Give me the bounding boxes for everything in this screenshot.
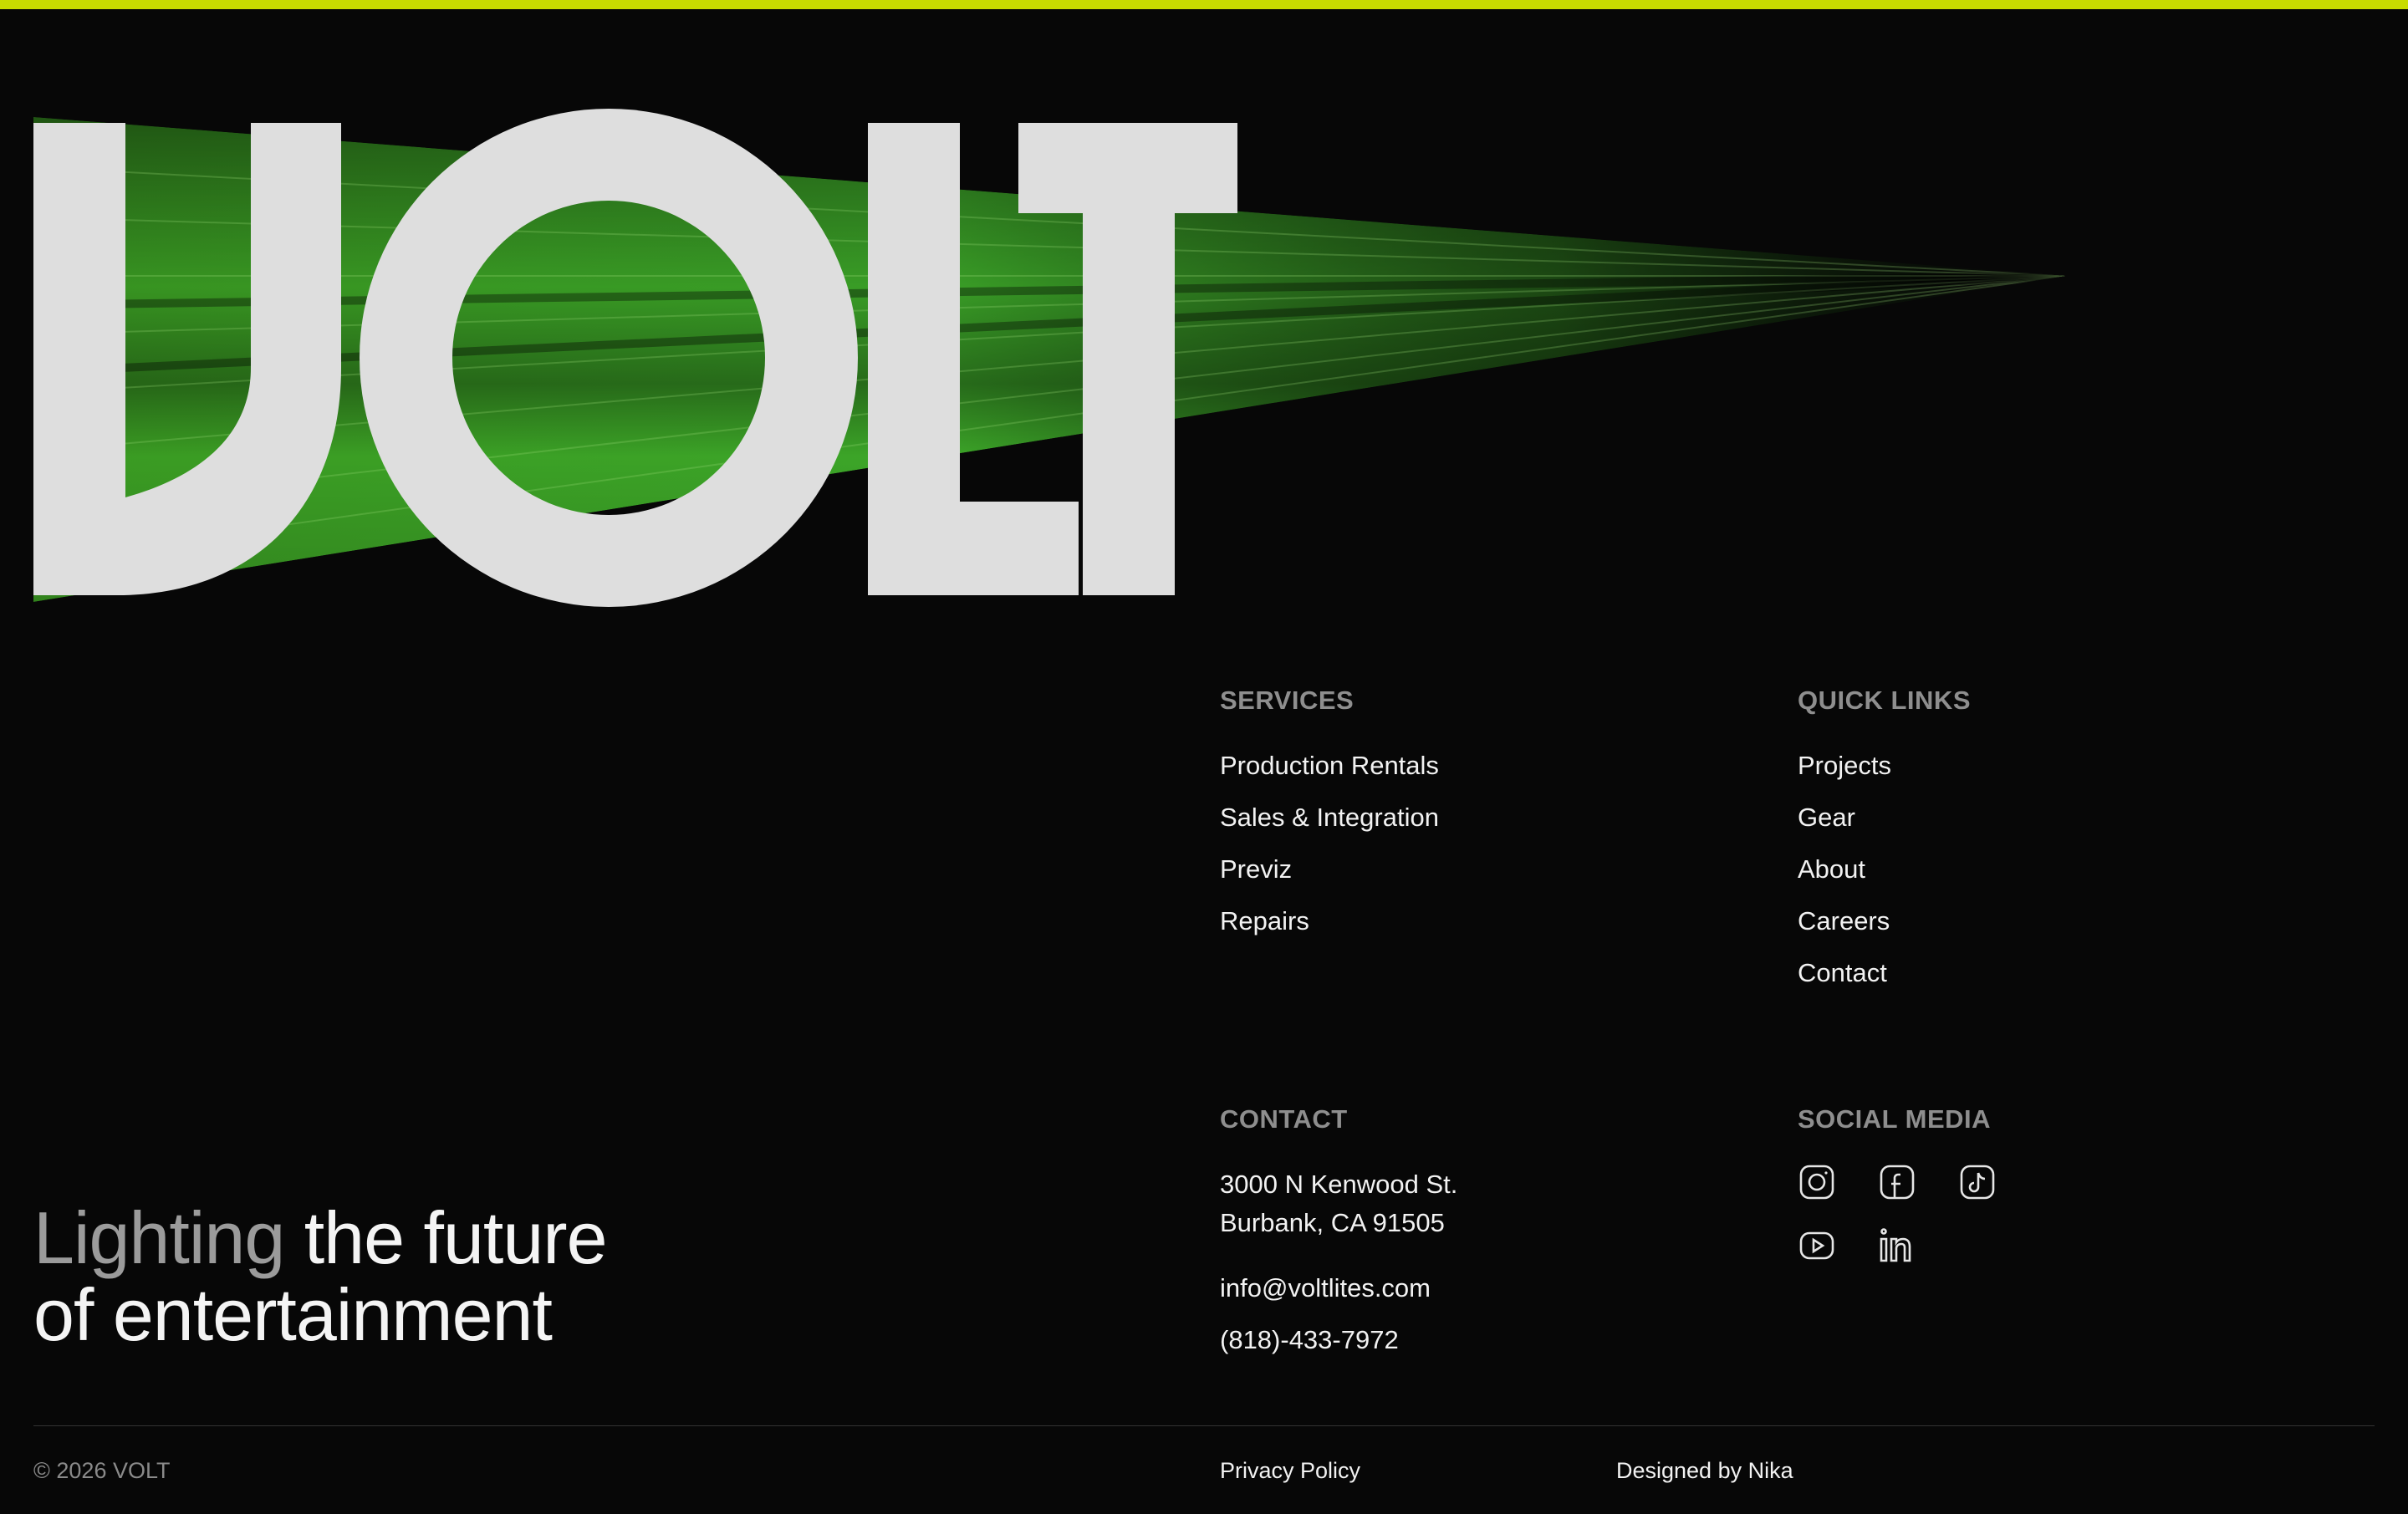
link-careers[interactable]: Careers bbox=[1798, 908, 1890, 934]
address-line-2: Burbank, CA 91505 bbox=[1220, 1208, 1445, 1237]
link-repairs[interactable]: Repairs bbox=[1220, 908, 1309, 934]
quick-links-column: QUICK LINKS Projects Gear About Careers … bbox=[1798, 687, 2299, 988]
link-about[interactable]: About bbox=[1798, 856, 1865, 882]
social-column: SOCIAL MEDIA bbox=[1798, 1106, 2216, 1273]
services-column: SERVICES Production Rentals Sales & Inte… bbox=[1220, 687, 1722, 938]
privacy-policy-link[interactable]: Privacy Policy bbox=[1220, 1460, 1360, 1482]
copyright: © 2026 VOLT bbox=[33, 1458, 171, 1483]
services-heading: SERVICES bbox=[1220, 686, 1354, 715]
hero-logo bbox=[0, 0, 2408, 652]
volt-logo-graphic bbox=[33, 109, 2065, 607]
quick-links-heading: QUICK LINKS bbox=[1798, 686, 1971, 715]
link-projects[interactable]: Projects bbox=[1798, 752, 1891, 778]
link-sales-integration[interactable]: Sales & Integration bbox=[1220, 804, 1439, 830]
footer-divider bbox=[33, 1425, 2375, 1426]
social-heading: SOCIAL MEDIA bbox=[1798, 1104, 1992, 1134]
email-link[interactable]: info@voltlites.com bbox=[1220, 1275, 1431, 1301]
address-line-1: 3000 N Kenwood St. bbox=[1220, 1170, 1458, 1199]
designer-credit[interactable]: Designed by Nika bbox=[1616, 1460, 1793, 1482]
contact-heading: CONTACT bbox=[1220, 1104, 1348, 1134]
tagline-dim: Lighting bbox=[33, 1196, 285, 1279]
facebook-icon[interactable] bbox=[1878, 1163, 1916, 1201]
linkedin-icon[interactable] bbox=[1878, 1226, 1916, 1265]
youtube-icon[interactable] bbox=[1798, 1226, 1836, 1265]
instagram-icon[interactable] bbox=[1798, 1163, 1836, 1201]
tagline-bright: the future bbox=[284, 1196, 608, 1279]
tagline: Lighting the future of entertainment bbox=[33, 1200, 608, 1356]
link-production-rentals[interactable]: Production Rentals bbox=[1220, 752, 1439, 778]
link-gear[interactable]: Gear bbox=[1798, 804, 1855, 830]
link-contact[interactable]: Contact bbox=[1798, 960, 1887, 986]
phone-link[interactable]: (818)-433-7972 bbox=[1220, 1327, 1399, 1353]
tiktok-icon[interactable] bbox=[1958, 1163, 1997, 1201]
tagline-line-2: of entertainment bbox=[33, 1273, 553, 1356]
link-previz[interactable]: Previz bbox=[1220, 856, 1292, 882]
contact-column: CONTACT 3000 N Kenwood St. Burbank, CA 9… bbox=[1220, 1106, 1722, 1357]
